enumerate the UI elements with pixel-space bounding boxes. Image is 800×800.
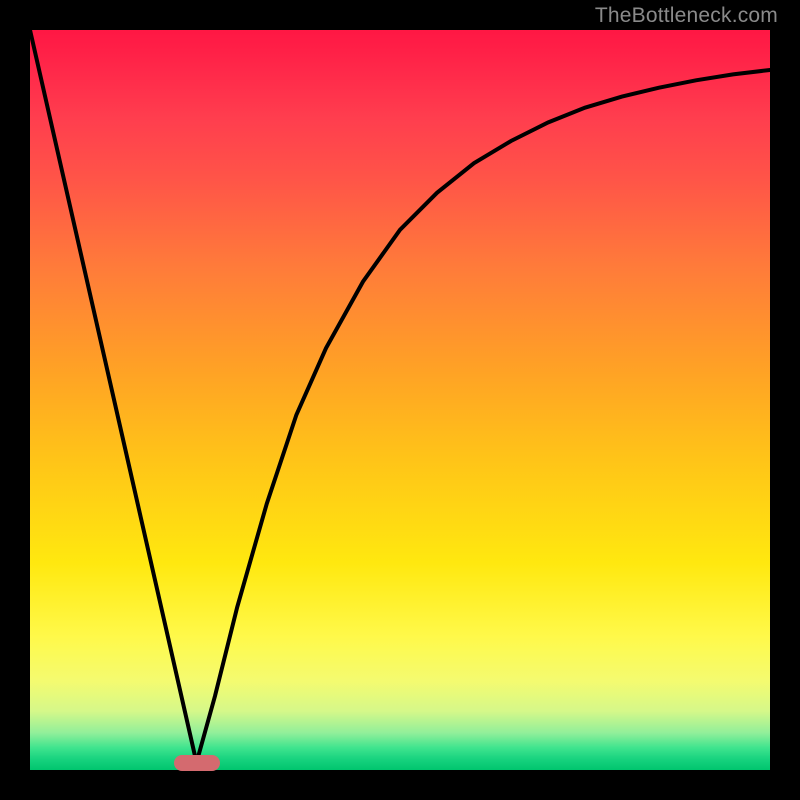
left-descent-curve <box>30 30 197 763</box>
minimum-marker <box>174 755 220 771</box>
curve-layer <box>30 30 770 770</box>
plot-area <box>30 30 770 770</box>
watermark-text: TheBottleneck.com <box>595 4 778 28</box>
right-asymptote-curve <box>197 70 771 763</box>
chart-frame: TheBottleneck.com <box>0 0 800 800</box>
